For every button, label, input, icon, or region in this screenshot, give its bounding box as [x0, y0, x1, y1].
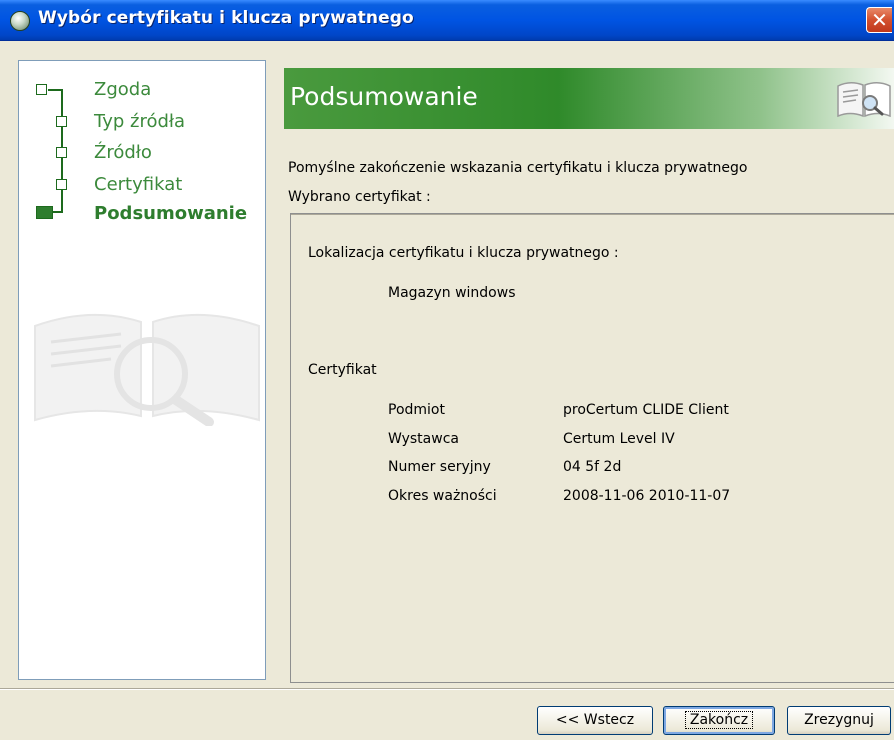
step-box-icon: [56, 116, 67, 127]
step-zrodlo: Źródło: [94, 142, 152, 163]
step-certyfikat: Certyfikat: [94, 174, 183, 195]
footer-separator: [0, 688, 894, 690]
field-value-podmiot: proCertum CLIDE Client: [563, 402, 729, 418]
book-magnifier-watermark-icon: [34, 313, 260, 426]
finish-button-label: Zakończ: [684, 711, 754, 729]
book-magnifier-icon: [837, 82, 891, 118]
field-value-numer-seryjny: 04 5f 2d: [563, 459, 622, 475]
field-label-okres-waznosci: Okres ważności: [388, 488, 497, 504]
tree-connector: [52, 211, 63, 213]
field-label-wystawca: Wystawca: [388, 431, 459, 447]
location-label: Lokalizacja certyfikatu i klucza prywatn…: [308, 245, 619, 261]
page-header: Podsumowanie: [284, 68, 894, 129]
steps-panel: Zgoda Typ źródła Źródło Certyfikat Podsu…: [18, 60, 266, 680]
summary-box: Lokalizacja certyfikatu i klucza prywatn…: [290, 213, 894, 683]
step-box-icon: [56, 147, 67, 158]
step-podsumowanie: Podsumowanie: [94, 203, 248, 224]
field-label-numer-seryjny: Numer seryjny: [388, 459, 491, 475]
back-button[interactable]: << Wstecz: [537, 706, 653, 735]
window-title: Wybór certyfikatu i klucza prywatnego: [38, 8, 414, 28]
close-button[interactable]: ✕: [866, 7, 892, 33]
field-value-okres-waznosci: 2008-11-06 2010-11-07: [563, 488, 731, 504]
step-box-icon: [36, 84, 47, 95]
wizard-window: Wybór certyfikatu i klucza prywatnego ✕ …: [0, 0, 894, 740]
field-value-wystawca: Certum Level IV: [563, 431, 675, 447]
location-value: Magazyn windows: [388, 285, 516, 301]
field-label-podmiot: Podmiot: [388, 402, 445, 418]
app-icon: [10, 11, 30, 31]
tree-connector: [48, 89, 62, 91]
title-bar[interactable]: Wybór certyfikatu i klucza prywatnego ✕: [0, 0, 894, 41]
page-title: Podsumowanie: [290, 82, 478, 111]
cert-heading: Certyfikat: [308, 362, 377, 378]
finish-button[interactable]: Zakończ: [663, 706, 775, 735]
intro-line-2: Wybrano certyfikat :: [288, 189, 431, 205]
step-box-active-icon: [36, 206, 53, 219]
intro-line-1: Pomyślne zakończenie wskazania certyfika…: [288, 160, 748, 176]
cancel-button[interactable]: Zrezygnuj: [787, 706, 891, 735]
step-zgoda: Zgoda: [94, 79, 152, 100]
step-box-icon: [56, 179, 67, 190]
step-typ-zrodla: Typ źródła: [94, 111, 186, 132]
